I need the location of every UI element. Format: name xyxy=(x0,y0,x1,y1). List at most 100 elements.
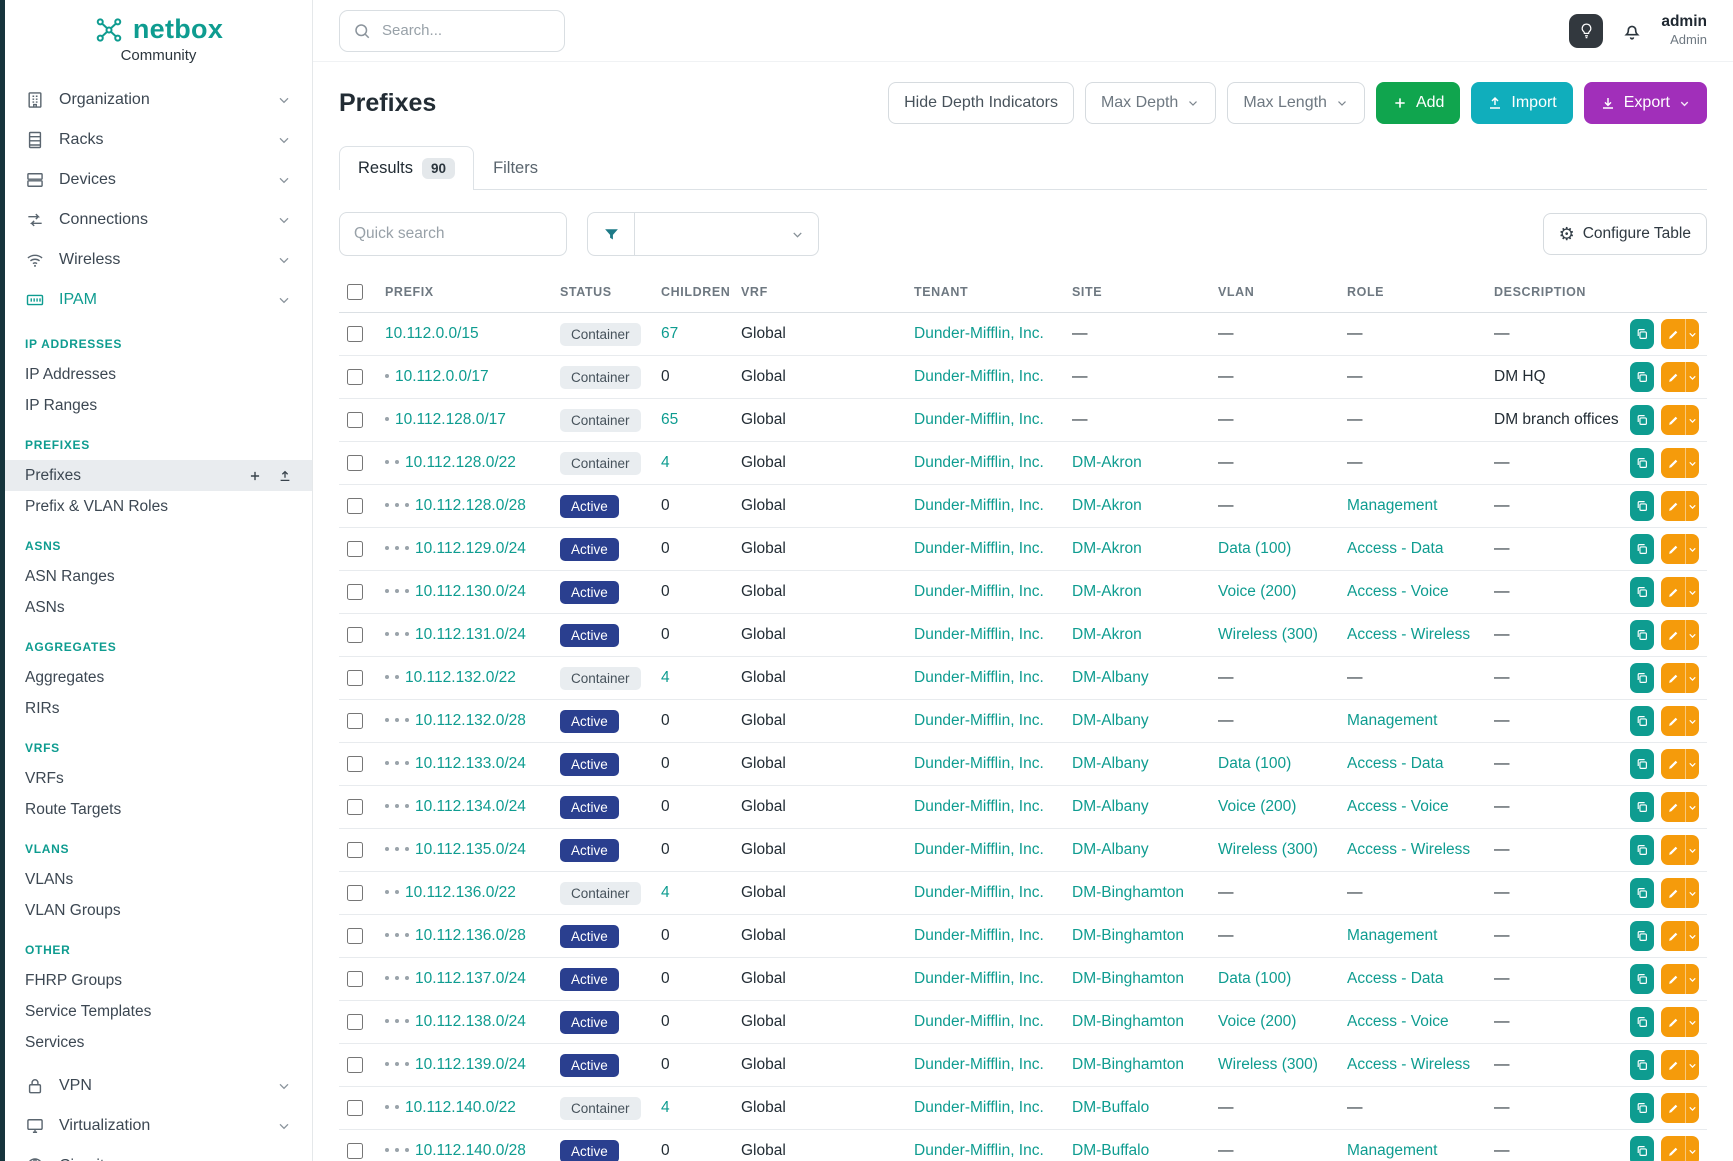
sidebar-item-services[interactable]: Services xyxy=(5,1027,312,1058)
edit-split-button[interactable] xyxy=(1661,706,1699,736)
copy-button[interactable] xyxy=(1630,749,1654,779)
sidebar-item-ip-addresses[interactable]: IP Addresses xyxy=(5,359,312,390)
edit-split-button[interactable] xyxy=(1661,749,1699,779)
prefix-link[interactable]: 10.112.128.0/17 xyxy=(395,411,506,428)
site-cell[interactable]: DM-Albany xyxy=(1072,669,1149,686)
edit-dropdown-caret[interactable] xyxy=(1685,1007,1699,1037)
theme-toggle-button[interactable] xyxy=(1569,14,1603,48)
sidebar-item-connections[interactable]: Connections xyxy=(5,200,312,240)
site-cell[interactable]: DM-Binghamton xyxy=(1072,884,1184,901)
sidebar-item-organization[interactable]: Organization xyxy=(5,80,312,120)
tab-filters[interactable]: Filters xyxy=(474,146,557,190)
tenant-link[interactable]: Dunder-Mifflin, Inc. xyxy=(914,798,1044,815)
edit-button[interactable] xyxy=(1661,577,1685,607)
row-checkbox[interactable] xyxy=(347,412,363,428)
copy-button[interactable] xyxy=(1630,706,1654,736)
edit-button[interactable] xyxy=(1661,878,1685,908)
sidebar-item-ip-ranges[interactable]: IP Ranges xyxy=(5,390,312,421)
tab-results[interactable]: Results 90 xyxy=(339,146,474,190)
row-checkbox[interactable] xyxy=(347,713,363,729)
edit-dropdown-caret[interactable] xyxy=(1685,405,1699,435)
sidebar-item-vlans[interactable]: VLANs xyxy=(5,864,312,895)
prefix-link[interactable]: 10.112.0.0/17 xyxy=(395,368,489,385)
saved-filter-select[interactable] xyxy=(635,212,819,256)
sidebar-item-ipam[interactable]: IPAM xyxy=(5,280,312,320)
role-cell[interactable]: Management xyxy=(1347,712,1437,729)
tenant-link[interactable]: Dunder-Mifflin, Inc. xyxy=(914,970,1044,987)
tenant-link[interactable]: Dunder-Mifflin, Inc. xyxy=(914,884,1044,901)
role-cell[interactable]: Management xyxy=(1347,927,1437,944)
site-cell[interactable]: DM-Buffalo xyxy=(1072,1142,1149,1159)
row-checkbox[interactable] xyxy=(347,756,363,772)
edit-split-button[interactable] xyxy=(1661,448,1699,478)
sidebar-item-prefixes[interactable]: Prefixes xyxy=(5,460,312,491)
import-prefix-button[interactable] xyxy=(278,469,292,483)
edit-dropdown-caret[interactable] xyxy=(1685,663,1699,693)
tenant-link[interactable]: Dunder-Mifflin, Inc. xyxy=(914,1099,1044,1116)
tenant-link[interactable]: Dunder-Mifflin, Inc. xyxy=(914,368,1044,385)
row-checkbox[interactable] xyxy=(347,799,363,815)
edit-button[interactable] xyxy=(1661,1136,1685,1161)
site-cell[interactable]: DM-Binghamton xyxy=(1072,1013,1184,1030)
edit-split-button[interactable] xyxy=(1661,835,1699,865)
tenant-link[interactable]: Dunder-Mifflin, Inc. xyxy=(914,1142,1044,1159)
edit-dropdown-caret[interactable] xyxy=(1685,491,1699,521)
row-checkbox[interactable] xyxy=(347,1057,363,1073)
copy-button[interactable] xyxy=(1630,1093,1654,1123)
sidebar-item-devices[interactable]: Devices xyxy=(5,160,312,200)
role-cell[interactable]: Access - Wireless xyxy=(1347,1056,1470,1073)
edit-button[interactable] xyxy=(1661,534,1685,564)
edit-dropdown-caret[interactable] xyxy=(1685,878,1699,908)
copy-button[interactable] xyxy=(1630,534,1654,564)
vlan-cell[interactable]: Voice (200) xyxy=(1218,1013,1296,1030)
role-cell[interactable]: Access - Voice xyxy=(1347,798,1449,815)
row-checkbox[interactable] xyxy=(347,885,363,901)
tenant-link[interactable]: Dunder-Mifflin, Inc. xyxy=(914,669,1044,686)
export-dropdown[interactable]: Export xyxy=(1584,82,1707,124)
vlan-cell[interactable]: Data (100) xyxy=(1218,755,1291,772)
max-depth-dropdown[interactable]: Max Depth xyxy=(1085,82,1216,124)
column-header-status[interactable]: STATUS xyxy=(552,272,653,313)
copy-button[interactable] xyxy=(1630,448,1654,478)
row-checkbox[interactable] xyxy=(347,1143,363,1159)
edit-split-button[interactable] xyxy=(1661,534,1699,564)
edit-split-button[interactable] xyxy=(1661,878,1699,908)
edit-split-button[interactable] xyxy=(1661,663,1699,693)
prefix-link[interactable]: 10.112.129.0/24 xyxy=(415,540,526,557)
edit-button[interactable] xyxy=(1661,448,1685,478)
edit-dropdown-caret[interactable] xyxy=(1685,1050,1699,1080)
role-cell[interactable]: Access - Wireless xyxy=(1347,841,1470,858)
role-cell[interactable]: Access - Wireless xyxy=(1347,626,1470,643)
site-cell[interactable]: DM-Akron xyxy=(1072,626,1142,643)
prefix-link[interactable]: 10.112.132.0/22 xyxy=(405,669,516,686)
tenant-link[interactable]: Dunder-Mifflin, Inc. xyxy=(914,712,1044,729)
filter-button[interactable] xyxy=(587,212,635,256)
edit-dropdown-caret[interactable] xyxy=(1685,921,1699,951)
tenant-link[interactable]: Dunder-Mifflin, Inc. xyxy=(914,454,1044,471)
vlan-cell[interactable]: Data (100) xyxy=(1218,970,1291,987)
prefix-link[interactable]: 10.112.134.0/24 xyxy=(415,798,526,815)
import-button[interactable]: Import xyxy=(1471,82,1572,124)
sidebar-item-wireless[interactable]: Wireless xyxy=(5,240,312,280)
edit-dropdown-caret[interactable] xyxy=(1685,706,1699,736)
edit-dropdown-caret[interactable] xyxy=(1685,792,1699,822)
row-checkbox[interactable] xyxy=(347,971,363,987)
vlan-cell[interactable]: Data (100) xyxy=(1218,540,1291,557)
row-checkbox[interactable] xyxy=(347,1014,363,1030)
edit-split-button[interactable] xyxy=(1661,319,1699,349)
prefix-link[interactable]: 10.112.138.0/24 xyxy=(415,1013,526,1030)
edit-split-button[interactable] xyxy=(1661,964,1699,994)
quick-search-input[interactable] xyxy=(339,212,567,256)
global-search[interactable] xyxy=(339,10,565,52)
tenant-link[interactable]: Dunder-Mifflin, Inc. xyxy=(914,325,1044,342)
role-cell[interactable]: Access - Data xyxy=(1347,540,1443,557)
site-cell[interactable]: DM-Akron xyxy=(1072,583,1142,600)
copy-button[interactable] xyxy=(1630,792,1654,822)
row-checkbox[interactable] xyxy=(347,455,363,471)
prefix-link[interactable]: 10.112.136.0/28 xyxy=(415,927,526,944)
edit-split-button[interactable] xyxy=(1661,1050,1699,1080)
tenant-link[interactable]: Dunder-Mifflin, Inc. xyxy=(914,411,1044,428)
copy-button[interactable] xyxy=(1630,1136,1654,1161)
site-cell[interactable]: DM-Albany xyxy=(1072,841,1149,858)
sidebar-item-route-targets[interactable]: Route Targets xyxy=(5,794,312,825)
